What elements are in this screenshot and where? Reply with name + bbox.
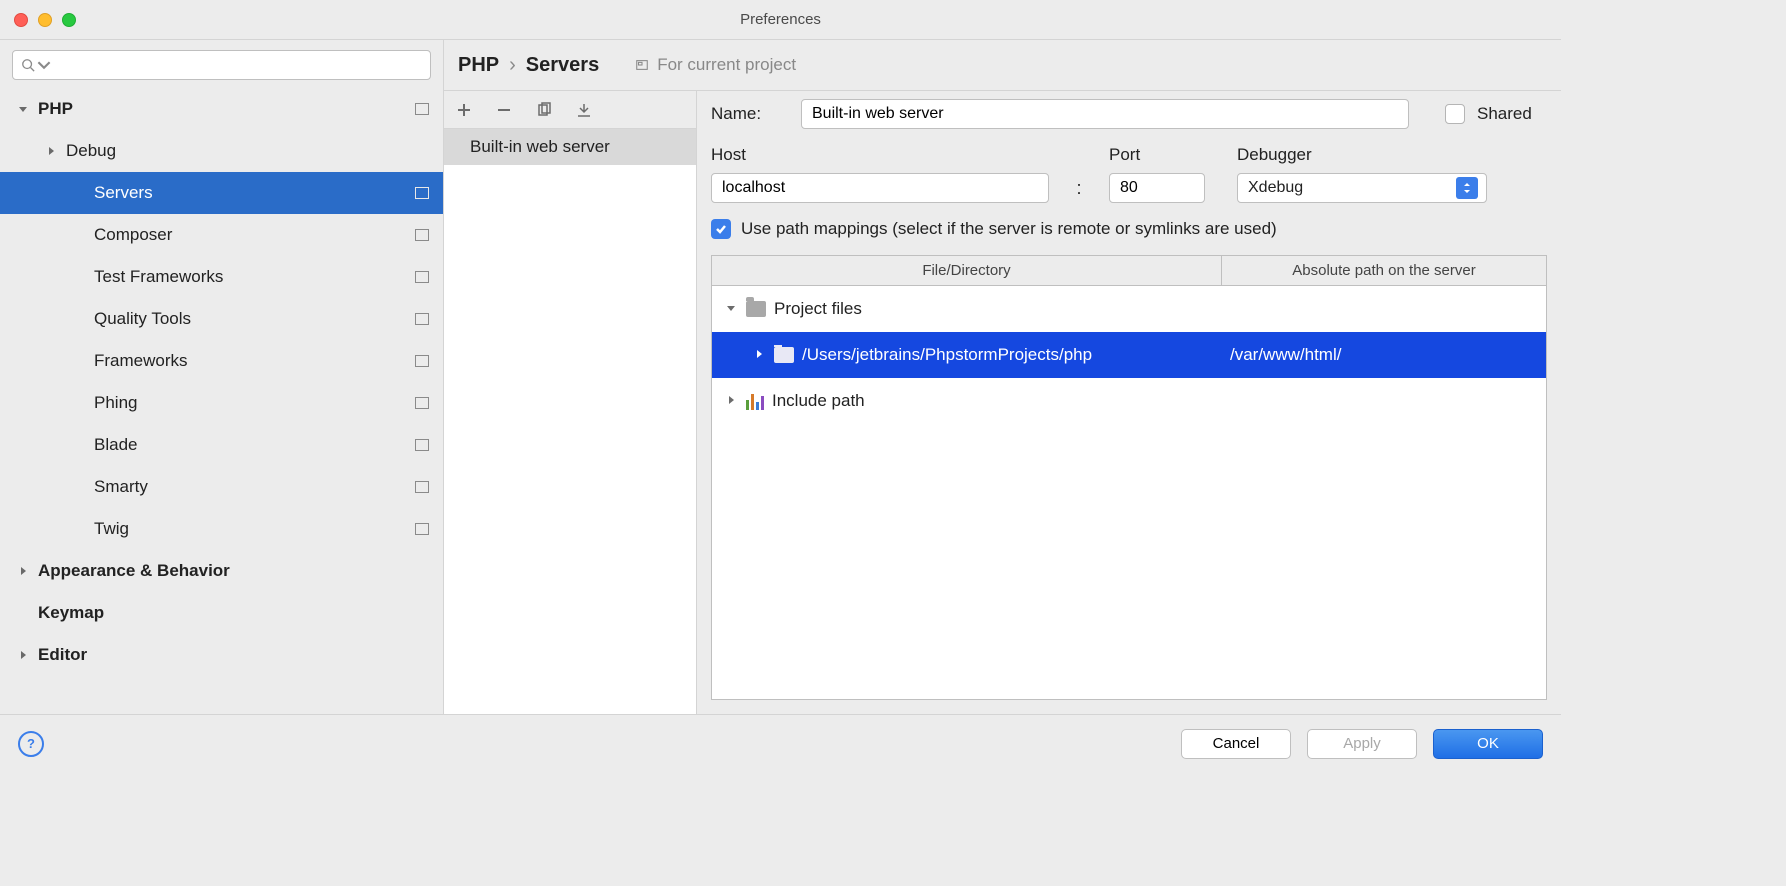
window-title: Preferences: [0, 11, 1561, 28]
name-label: Name:: [711, 104, 789, 124]
add-button[interactable]: [454, 100, 474, 120]
breadcrumb: PHP › Servers For current project: [444, 40, 1561, 90]
scope-icon: [415, 439, 429, 451]
import-button[interactable]: [574, 100, 594, 120]
port-label: Port: [1109, 145, 1219, 165]
chevron-updown-icon: [1456, 177, 1478, 199]
help-button[interactable]: ?: [18, 731, 44, 757]
scope-icon: [415, 229, 429, 241]
sidebar-item-debug[interactable]: Debug: [0, 130, 443, 172]
scope-icon: [415, 103, 429, 115]
server-item[interactable]: Built-in web server: [444, 129, 696, 165]
scope-icon: [415, 271, 429, 283]
sidebar-item-quality-tools[interactable]: Quality Tools: [0, 298, 443, 340]
sidebar-item-appearance-behavior[interactable]: Appearance & Behavior: [0, 550, 443, 592]
chevron-down-icon: [37, 58, 51, 72]
cancel-button[interactable]: Cancel: [1181, 729, 1291, 759]
scope-icon: [415, 523, 429, 535]
sidebar-item-keymap[interactable]: Keymap: [0, 592, 443, 634]
titlebar: Preferences: [0, 0, 1561, 40]
debugger-value: Xdebug: [1248, 179, 1303, 197]
scope-icon: [415, 481, 429, 493]
mapping-row[interactable]: /Users/jetbrains/PhpstormProjects/php/va…: [712, 332, 1546, 378]
sidebar-item-editor[interactable]: Editor: [0, 634, 443, 676]
chevron-right-icon: ›: [509, 54, 516, 77]
port-input[interactable]: [1109, 173, 1205, 203]
col-file-directory[interactable]: File/Directory: [712, 256, 1222, 285]
remove-button[interactable]: [494, 100, 514, 120]
breadcrumb-leaf: Servers: [526, 54, 599, 77]
debugger-select[interactable]: Xdebug: [1237, 173, 1487, 203]
ok-button[interactable]: OK: [1433, 729, 1543, 759]
footer: ? Cancel Apply OK: [0, 714, 1561, 772]
host-port-separator: :: [1067, 178, 1091, 199]
scope-icon: [415, 355, 429, 367]
folder-icon: [746, 301, 766, 317]
project-scope-icon: [635, 58, 649, 72]
scope-label: For current project: [657, 55, 796, 75]
scope-icon: [415, 313, 429, 325]
shared-label: Shared: [1477, 104, 1532, 124]
use-mappings-label: Use path mappings (select if the server …: [741, 219, 1277, 239]
sidebar-item-servers[interactable]: Servers: [0, 172, 443, 214]
search-icon: [21, 58, 35, 72]
server-toolbar: [444, 91, 696, 129]
col-absolute-path[interactable]: Absolute path on the server: [1222, 256, 1546, 285]
sidebar-item-php[interactable]: PHP: [0, 88, 443, 130]
mapping-row[interactable]: Include path: [712, 378, 1546, 424]
host-label: Host: [711, 145, 1049, 165]
preferences-window: Preferences PHPDebugServersComposerTest …: [0, 0, 1561, 772]
path-mappings-table: File/Directory Absolute path on the serv…: [711, 255, 1547, 700]
folder-icon: [774, 347, 794, 363]
scope-icon: [415, 397, 429, 409]
name-input[interactable]: [801, 99, 1409, 129]
scope-icon: [415, 187, 429, 199]
mapping-row[interactable]: Project files: [712, 286, 1546, 332]
debugger-label: Debugger: [1237, 145, 1487, 165]
sidebar-item-blade[interactable]: Blade: [0, 424, 443, 466]
sidebar-item-frameworks[interactable]: Frameworks: [0, 340, 443, 382]
server-detail: Name: Shared Host Port Debugger :: [697, 91, 1561, 714]
shared-checkbox[interactable]: [1445, 104, 1465, 124]
sidebar: PHPDebugServersComposerTest FrameworksQu…: [0, 40, 444, 714]
sidebar-item-composer[interactable]: Composer: [0, 214, 443, 256]
search-input[interactable]: [12, 50, 431, 80]
content: PHP › Servers For current project: [444, 40, 1561, 714]
sidebar-item-smarty[interactable]: Smarty: [0, 466, 443, 508]
server-list-panel: Built-in web server: [444, 91, 697, 714]
library-icon: [746, 392, 764, 410]
sidebar-item-phing[interactable]: Phing: [0, 382, 443, 424]
body: PHPDebugServersComposerTest FrameworksQu…: [0, 40, 1561, 714]
breadcrumb-root[interactable]: PHP: [458, 54, 499, 77]
sidebar-item-twig[interactable]: Twig: [0, 508, 443, 550]
settings-tree: PHPDebugServersComposerTest FrameworksQu…: [0, 88, 443, 714]
sidebar-item-test-frameworks[interactable]: Test Frameworks: [0, 256, 443, 298]
scope-indicator: For current project: [635, 55, 796, 75]
copy-button[interactable]: [534, 100, 554, 120]
apply-button[interactable]: Apply: [1307, 729, 1417, 759]
host-input[interactable]: [711, 173, 1049, 203]
use-mappings-checkbox[interactable]: [711, 219, 731, 239]
